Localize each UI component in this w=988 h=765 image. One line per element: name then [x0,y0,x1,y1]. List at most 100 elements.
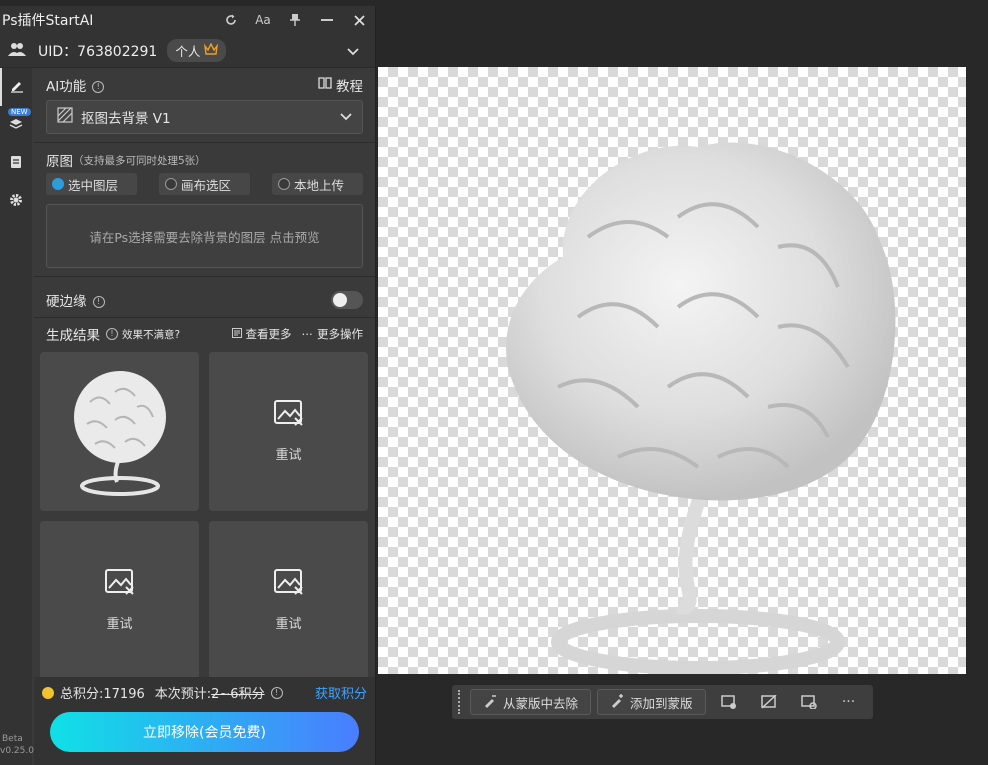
add-to-mask-label: 添加到蒙版 [630,695,693,711]
ai-feature-header: AI功能! 教程 [34,70,375,100]
radio-icon [278,178,290,190]
retry-button[interactable]: 重试 [106,613,132,632]
ai-feature-label: AI功能 [46,79,87,95]
user-bar[interactable]: UID：763802291 个人 [0,34,375,68]
info-icon[interactable]: ! [106,328,118,340]
brush-minus-icon [483,694,497,711]
hard-edge-label: 硬边缘 [46,294,87,310]
sidebar-item-edit[interactable] [0,68,32,106]
close-icon[interactable] [343,6,375,34]
brush-plus-icon [610,693,624,711]
view-more-label: 查看更多 [245,327,292,341]
plan-label: 个人 [175,44,201,59]
info-icon[interactable]: ! [270,686,283,699]
ai-feature-selected: 抠图去背景 V1 [81,111,171,127]
source-option-local-upload[interactable]: 本地上传 [272,173,363,195]
mask-view-icon[interactable] [792,689,826,715]
retry-button[interactable]: 重试 [275,444,301,463]
info-icon[interactable]: ! [92,81,105,93]
more-actions-link[interactable]: ⋯ 更多操作 [302,326,364,342]
version-tag: Beta v0.25.0 [0,733,34,757]
check-icon [52,178,64,190]
notebook-icon [10,154,22,173]
users-icon [8,41,26,60]
results-header: 生成结果 ! 效果不满意? 查看更多 ⋯ 更多操作 [34,322,375,346]
info-icon[interactable]: ! [92,296,105,308]
source-option-label: 本地上传 [294,177,345,193]
pen-icon [10,78,24,97]
ai-feature-select[interactable]: 抠图去背景 V1 [46,100,363,134]
beta-label: Beta [2,734,23,744]
source-header: 原图 （支持最多可同时处理5张） [34,151,375,170]
book-icon [318,77,332,93]
remove-from-mask-label: 从蒙版中去除 [503,695,579,711]
source-option-canvas-selection[interactable]: 画布选区 [159,173,250,195]
result-placeholder[interactable]: 重试 [40,521,199,680]
plugin-sidebar: NEW Beta v0.25.0 [0,68,34,765]
get-points-link[interactable]: 获取积分 [315,683,367,702]
hard-edge-toggle[interactable] [331,291,363,309]
points-row: 总积分:17196 本次预计: 2~6积分 ! 获取积分 [34,677,375,708]
results-label: 生成结果 [46,328,100,344]
chevron-down-icon [340,109,352,125]
plan-badge: 个人 [167,39,227,62]
retry-button[interactable]: 重试 [275,613,301,632]
result-placeholder[interactable]: 重试 [209,521,368,680]
results-grid: 重试 重试 重试 [34,352,375,680]
user-uid: UID：763802291 [38,43,158,60]
result-placeholder[interactable]: 重试 [209,352,368,511]
source-hint-box[interactable]: 请在Ps选择需要去除背景的图层 点击预览 [46,204,363,268]
broken-image-icon [273,569,304,599]
panel-footer: 总积分:17196 本次预计: 2~6积分 ! 获取积分 立即移除(会员免费) [34,677,375,765]
unsatisfied-link[interactable]: 效果不满意? [122,327,180,342]
list-icon [231,327,242,341]
mask-apply-icon[interactable] [712,689,746,715]
source-option-label: 画布选区 [181,177,232,193]
font-size-button[interactable]: Aa [247,6,279,34]
drag-handle-icon[interactable] [458,690,462,714]
hard-edge-row: 硬边缘! [34,285,375,315]
remove-now-button[interactable]: 立即移除(会员免费) [50,712,359,752]
tutorial-label: 教程 [336,79,363,95]
mask-disable-icon[interactable] [752,689,786,715]
version-label: v0.25.0 [0,746,34,756]
minimize-icon[interactable] [311,6,343,34]
mask-toolbar: 从蒙版中去除 添加到蒙版 ··· [452,685,873,719]
startai-plugin-panel: Ps插件StartAI Aa UID：763802291 个人 NEW Beta… [0,6,376,765]
panel-title: Ps插件StartAI [2,13,94,29]
more-icon[interactable]: ··· [832,689,866,715]
crown-icon [204,42,219,58]
tutorial-link[interactable]: 教程 [318,75,363,95]
source-option-selected-layer[interactable]: 选中图层 [46,173,137,195]
add-to-mask-button[interactable]: 添加到蒙版 [597,689,706,715]
broken-image-icon [273,400,304,430]
sidebar-item-layers[interactable]: NEW [0,106,32,144]
panel-titlebar: Ps插件StartAI Aa [0,6,375,34]
result-thumbnail[interactable] [40,352,199,511]
source-options: 选中图层 画布选区 本地上传 [34,173,375,195]
ellipsis-icon: ⋯ [301,327,314,341]
source-note: （支持最多可同时处理5张） [73,154,206,167]
coin-icon [42,686,54,699]
cutout-image [506,142,896,674]
pin-icon[interactable] [279,6,311,34]
chevron-down-icon[interactable] [347,41,359,60]
layers-icon [9,116,23,135]
source-label: 原图 [46,154,73,170]
sidebar-item-notes[interactable] [0,144,32,182]
source-option-label: 选中图层 [68,177,119,193]
broken-image-icon [104,569,135,599]
estimate-value: 2~6积分 [211,687,265,702]
result-image [73,370,166,496]
new-badge: NEW [8,108,31,116]
sidebar-item-settings[interactable] [0,182,32,220]
total-points: 总积分:17196 [60,687,145,702]
view-more-link[interactable]: 查看更多 [231,326,292,342]
document-canvas[interactable] [378,67,966,674]
remove-from-mask-button[interactable]: 从蒙版中去除 [470,689,592,715]
estimate-label: 本次预计: [154,687,212,702]
panel-main: AI功能! 教程 抠图去背景 V1 原图 （支持最多可同时处理5张） 选中图层 … [34,68,375,765]
cutout-icon [57,107,73,127]
refresh-icon[interactable] [215,6,247,34]
radio-icon [165,178,177,190]
